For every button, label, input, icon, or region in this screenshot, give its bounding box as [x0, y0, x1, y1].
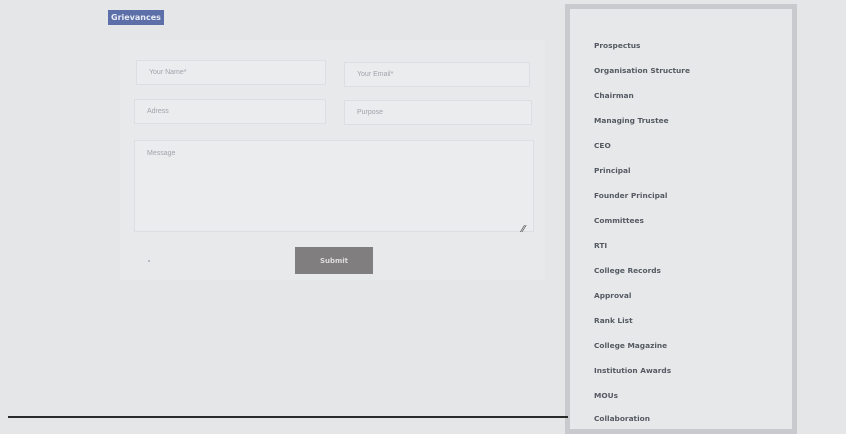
sidebar-item-mous[interactable]: MOUs: [594, 391, 618, 400]
email-input[interactable]: Your Email*: [344, 62, 530, 87]
sidebar-item-college-records[interactable]: College Records: [594, 266, 661, 275]
sidebar-item-organisation-structure[interactable]: Organisation Structure: [594, 66, 690, 75]
main-content: Grievances Your Name* Your Email* Adress…: [0, 0, 560, 425]
sidebar-item-principal[interactable]: Principal: [594, 166, 631, 175]
sidebar-item-institution-awards[interactable]: Institution Awards: [594, 366, 671, 375]
page-tag-grievances[interactable]: Grievances: [108, 10, 164, 25]
sidebar-item-collaboration[interactable]: Collaboration: [594, 414, 650, 423]
sidebar-item-managing-trustee[interactable]: Managing Trustee: [594, 116, 669, 125]
purpose-input[interactable]: Purpose: [344, 100, 532, 125]
sidebar-item-committees[interactable]: Committees: [594, 216, 644, 225]
sidebar-item-college-magazine[interactable]: College Magazine: [594, 341, 667, 350]
sidebar-item-chairman[interactable]: Chairman: [594, 91, 634, 100]
submit-button[interactable]: Submit: [295, 247, 373, 274]
resize-handle-icon[interactable]: ⁄⁄: [522, 224, 525, 235]
address-input[interactable]: Adress: [134, 99, 326, 124]
form-divider: [148, 260, 150, 262]
sidebar-menu: Prospectus Organisation Structure Chairm…: [565, 4, 797, 434]
sidebar-item-prospectus[interactable]: Prospectus: [594, 41, 640, 50]
sidebar-item-rank-list[interactable]: Rank List: [594, 316, 633, 325]
name-input[interactable]: Your Name*: [136, 60, 326, 85]
sidebar-item-approval[interactable]: Approval: [594, 291, 631, 300]
screen-bezel-edge: [8, 416, 568, 418]
sidebar-item-rti[interactable]: RTI: [594, 241, 607, 250]
sidebar-item-founder-principal[interactable]: Founder Principal: [594, 191, 667, 200]
message-textarea[interactable]: Message: [134, 140, 534, 232]
sidebar-item-ceo[interactable]: CEO: [594, 141, 611, 150]
